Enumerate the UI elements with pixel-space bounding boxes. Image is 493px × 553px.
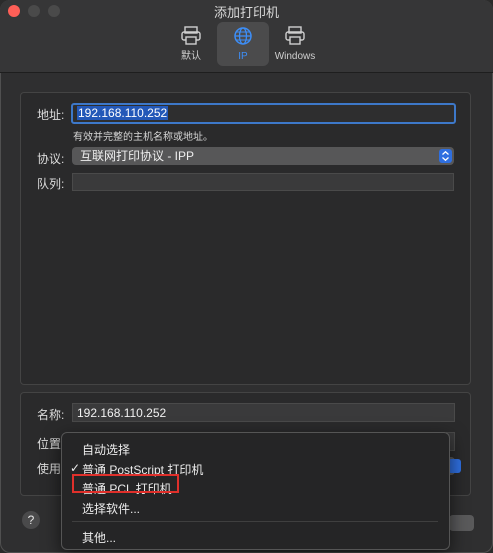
tab-default[interactable]: 默认 bbox=[165, 22, 217, 66]
menu-item-other[interactable]: 其他... bbox=[82, 529, 116, 546]
help-button[interactable]: ? bbox=[22, 511, 40, 529]
queue-input[interactable] bbox=[72, 173, 454, 191]
name-input[interactable]: 192.168.110.252 bbox=[72, 403, 455, 422]
protocol-value: 互联网打印协议 - IPP bbox=[80, 149, 195, 163]
checkmark-icon: ✓ bbox=[70, 461, 81, 475]
use-label: 使用 bbox=[37, 462, 62, 476]
address-hint: 有效并完整的主机名称或地址。 bbox=[73, 132, 213, 143]
name-label: 名称: bbox=[37, 408, 65, 422]
menu-separator bbox=[72, 521, 438, 522]
windows-printer-icon bbox=[285, 26, 305, 45]
protocol-label: 协议: bbox=[37, 152, 65, 166]
address-label: 地址: bbox=[37, 108, 65, 122]
window-title: 添加打印机 bbox=[213, 5, 279, 20]
tab-default-label: 默认 bbox=[181, 51, 201, 62]
highlight-annotation-box bbox=[72, 474, 179, 493]
add-button[interactable] bbox=[449, 515, 474, 531]
add-printer-window: 添加打印机 默认 IP Windows 地址: 192.168.110.252 … bbox=[0, 0, 493, 553]
popup-stepper-icon bbox=[439, 149, 452, 163]
tab-ip[interactable]: IP bbox=[217, 22, 269, 66]
location-label: 位置 bbox=[37, 437, 62, 451]
globe-icon bbox=[234, 27, 252, 45]
tab-windows[interactable]: Windows bbox=[269, 22, 321, 66]
queue-label: 队列: bbox=[37, 177, 65, 191]
menu-item-select-software[interactable]: 选择软件... bbox=[82, 500, 140, 517]
protocol-popup[interactable]: 互联网打印协议 - IPP bbox=[72, 147, 454, 165]
tab-windows-label: Windows bbox=[274, 51, 316, 62]
title-bar: 添加打印机 默认 IP Windows bbox=[0, 0, 493, 73]
menu-item-auto-select[interactable]: 自动选择 bbox=[82, 441, 130, 458]
tab-ip-label: IP bbox=[238, 51, 248, 62]
toolbar-tabs: 默认 IP Windows bbox=[0, 22, 493, 68]
address-value: 192.168.110.252 bbox=[77, 106, 169, 120]
printer-icon bbox=[181, 26, 201, 45]
address-input[interactable]: 192.168.110.252 bbox=[71, 103, 456, 124]
